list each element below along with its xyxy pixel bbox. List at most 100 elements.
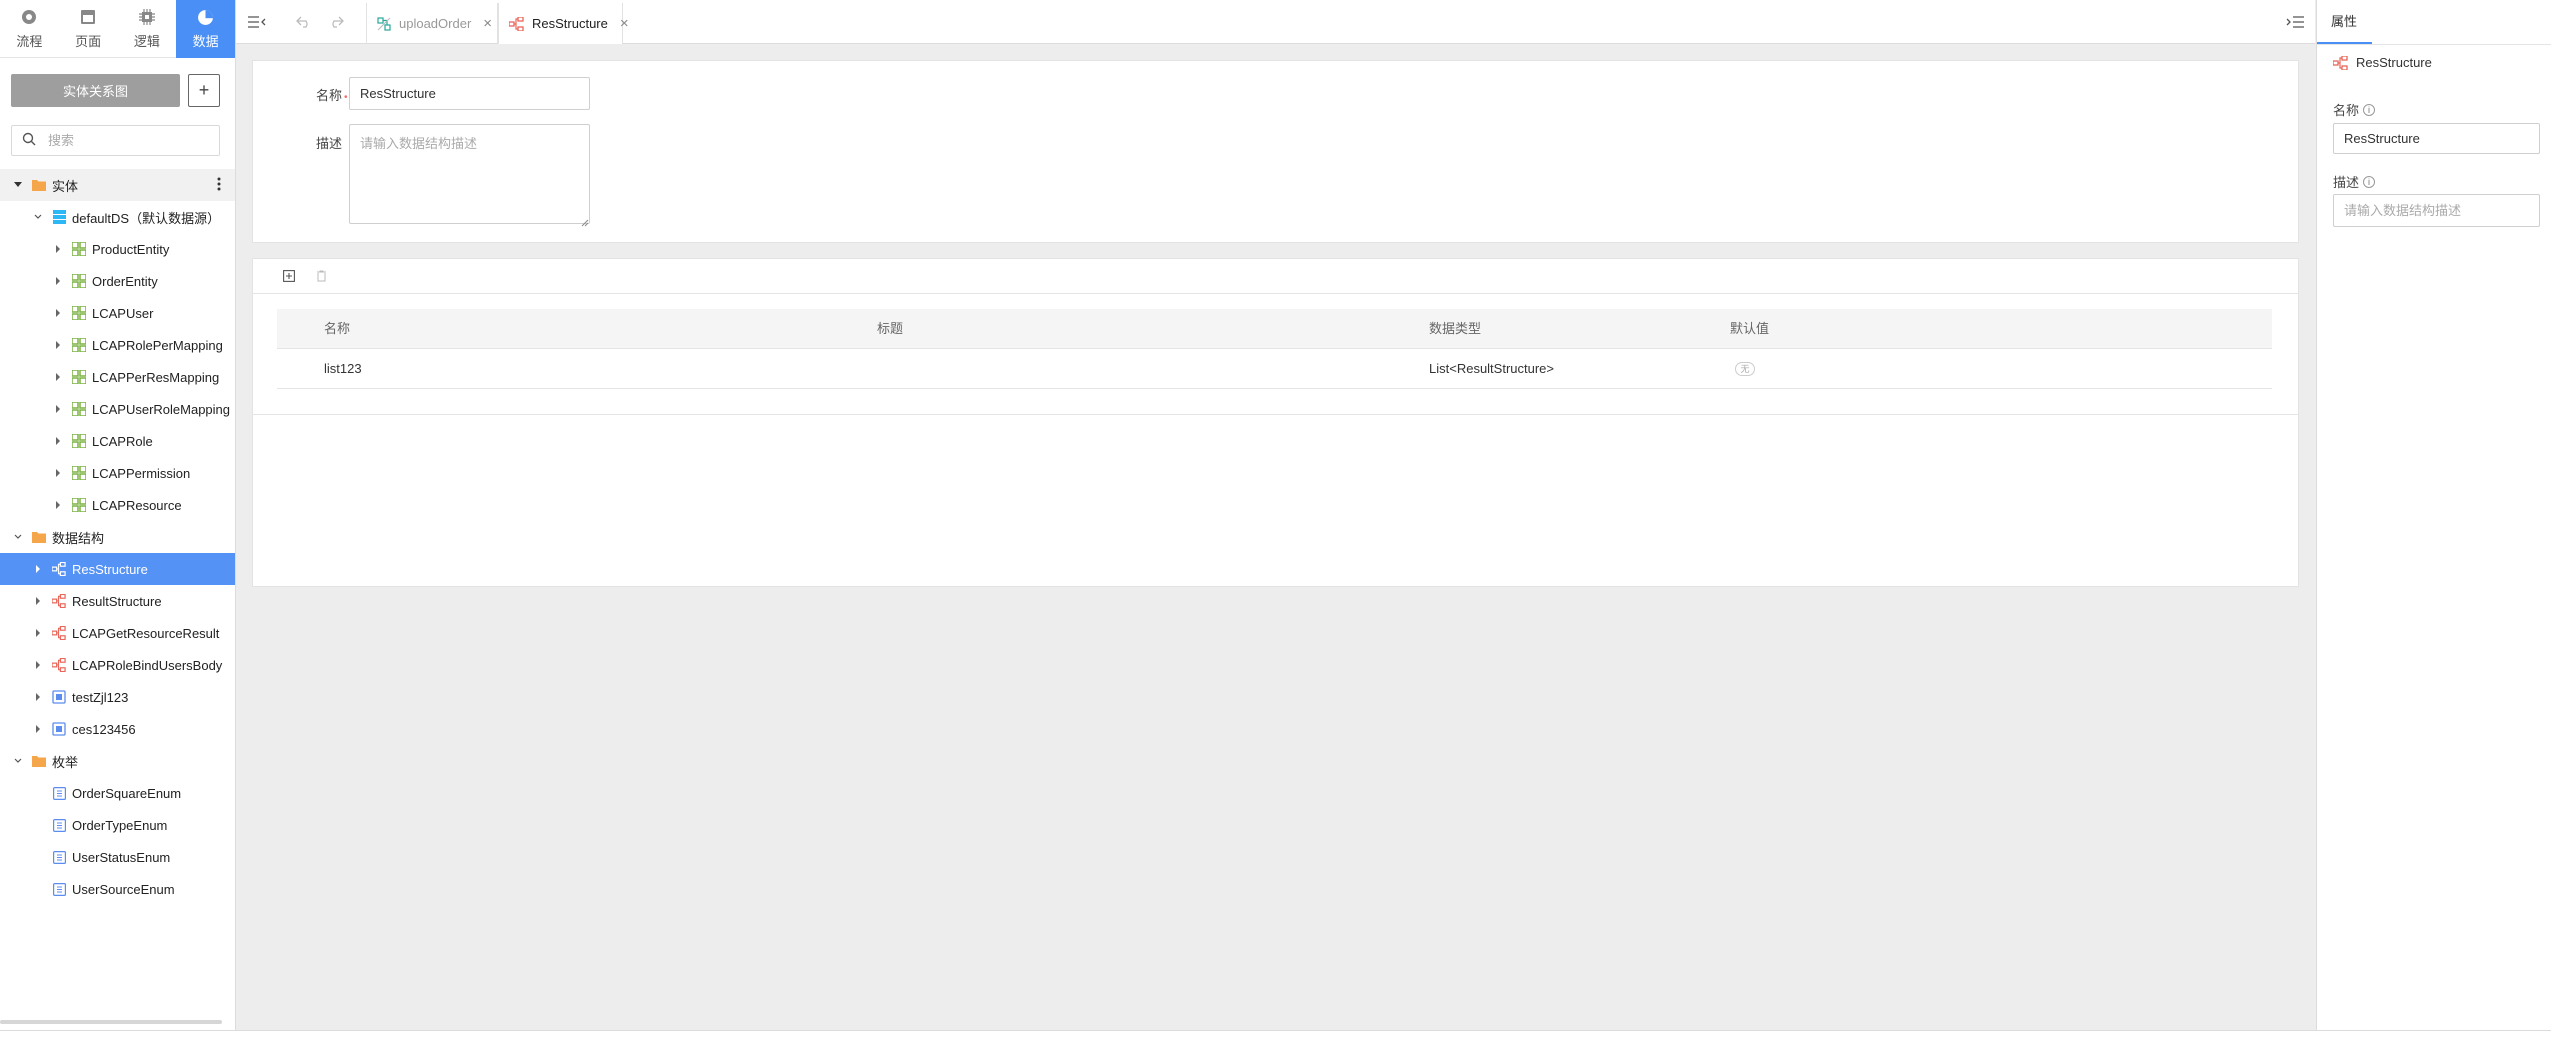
enum-label: OrderSquareEnum xyxy=(72,785,182,801)
tree-item-enum[interactable]: UserStatusEnum xyxy=(0,841,235,873)
tree-item-entity[interactable]: OrderEntity xyxy=(0,265,235,297)
chevron-right-icon[interactable] xyxy=(54,309,62,317)
close-icon[interactable]: × xyxy=(620,15,629,32)
required-mark: • xyxy=(344,92,348,103)
chevron-right-icon[interactable] xyxy=(34,725,42,733)
chevron-right-icon[interactable] xyxy=(54,373,62,381)
tab-properties[interactable]: 属性 xyxy=(2331,0,2357,44)
tree-item-entity[interactable]: LCAPPerResMapping xyxy=(0,361,235,393)
add-button[interactable]: + xyxy=(188,74,220,107)
chevron-right-icon[interactable] xyxy=(54,437,62,445)
tree-item-enum[interactable]: OrderSquareEnum xyxy=(0,777,235,809)
logic-icon xyxy=(138,8,156,26)
tree-group-structures[interactable]: 数据结构 xyxy=(0,521,235,553)
undo-icon[interactable] xyxy=(295,13,313,31)
collapse-sidebar-icon[interactable] xyxy=(248,13,266,31)
redo-icon[interactable] xyxy=(327,13,345,31)
chevron-right-icon[interactable] xyxy=(34,565,42,573)
toggle-props-panel-icon[interactable] xyxy=(2286,13,2304,31)
structure-icon xyxy=(2333,55,2348,70)
top-toolbar: uploadOrder × ResStructure × xyxy=(236,0,2315,44)
more-options-icon[interactable] xyxy=(217,177,221,194)
mode-logic[interactable]: 逻辑 xyxy=(118,0,177,58)
structure-info-card: 名称• 描述 xyxy=(252,60,2299,243)
enum-label: OrderTypeEnum xyxy=(72,817,168,833)
tree-item-enum[interactable]: OrderTypeEnum xyxy=(0,809,235,841)
entity-icon xyxy=(72,306,86,320)
tree-item-module[interactable]: testZjl123 xyxy=(0,681,235,713)
props-name-label: 名称 i xyxy=(2333,100,2376,119)
tree-item-entity[interactable]: LCAPRolePerMapping xyxy=(0,329,235,361)
structure-icon xyxy=(509,16,524,31)
tree-item-datasource[interactable]: defaultDS（默认数据源） xyxy=(0,201,235,233)
tree-item-structure[interactable]: LCAPRoleBindUsersBody xyxy=(0,649,235,681)
structure-icon xyxy=(52,626,66,640)
table-divider xyxy=(253,414,2298,415)
tree-item-entity[interactable]: LCAPRole xyxy=(0,425,235,457)
chevron-right-icon[interactable] xyxy=(54,277,62,285)
tree-item-module[interactable]: ces123456 xyxy=(0,713,235,745)
mode-process[interactable]: 流程 xyxy=(0,0,59,58)
tree-item-entity[interactable]: ProductEntity xyxy=(0,233,235,265)
tree-item-entity[interactable]: LCAPUserRoleMapping xyxy=(0,393,235,425)
structure-label: ResultStructure xyxy=(72,593,162,609)
tree-group-enums[interactable]: 枚举 xyxy=(0,745,235,777)
resize-handle-icon[interactable] xyxy=(581,215,589,227)
tree-item-entity[interactable]: LCAPPermission xyxy=(0,457,235,489)
tree-item-enum[interactable]: UserSourceEnum xyxy=(0,873,235,905)
props-desc-input[interactable] xyxy=(2333,194,2540,227)
chevron-right-icon[interactable] xyxy=(54,341,62,349)
tree-group-label: 实体 xyxy=(52,178,79,194)
chevron-right-icon[interactable] xyxy=(54,469,62,477)
tree-item-entity[interactable]: LCAPUser xyxy=(0,297,235,329)
chevron-down-icon[interactable] xyxy=(34,214,42,220)
tree-group-entities[interactable]: 实体 xyxy=(0,169,235,201)
tab-resstructure[interactable]: ResStructure × xyxy=(498,3,629,44)
cell-type[interactable]: List<ResultStructure> xyxy=(1429,349,1554,389)
chevron-right-icon[interactable] xyxy=(54,501,62,509)
props-desc-label: 描述 i xyxy=(2333,172,2376,191)
entity-icon xyxy=(72,274,86,288)
description-textarea[interactable] xyxy=(349,124,590,224)
chevron-down-icon[interactable] xyxy=(14,758,22,764)
chevron-right-icon[interactable] xyxy=(54,405,62,413)
name-input[interactable] xyxy=(349,77,590,110)
tree-item-structure[interactable]: LCAPGetResourceResult xyxy=(0,617,235,649)
chevron-right-icon[interactable] xyxy=(54,245,62,253)
tree-item-structure-selected[interactable]: ResStructure xyxy=(0,553,235,585)
props-title-text: ResStructure xyxy=(2356,55,2432,70)
entity-icon xyxy=(72,402,86,416)
entity-label: LCAPPermission xyxy=(92,465,191,481)
mode-data[interactable]: 数据 xyxy=(176,0,235,58)
chevron-right-icon[interactable] xyxy=(34,597,42,605)
enum-label: UserSourceEnum xyxy=(72,881,175,897)
mode-logic-label: 逻辑 xyxy=(133,34,160,49)
entity-icon xyxy=(72,498,86,512)
tab-uploadorder[interactable]: uploadOrder × xyxy=(366,3,498,44)
props-name-input[interactable] xyxy=(2333,123,2540,154)
info-icon[interactable]: i xyxy=(2363,103,2376,116)
tree-item-entity[interactable]: LCAPResource xyxy=(0,489,235,521)
data-pie-icon xyxy=(197,8,215,26)
cell-name[interactable]: list123 xyxy=(324,349,362,389)
search-box xyxy=(11,125,220,156)
info-icon[interactable]: i xyxy=(2363,175,2376,188)
tree-item-structure[interactable]: ResultStructure xyxy=(0,585,235,617)
delete-field-icon[interactable] xyxy=(316,270,327,285)
desc-field-label: 描述 xyxy=(316,136,343,151)
table-row[interactable]: list123 List<ResultStructure> 无 xyxy=(277,349,2272,389)
cell-default-badge[interactable]: 无 xyxy=(1735,362,1755,376)
structure-icon xyxy=(52,562,66,576)
chevron-right-icon[interactable] xyxy=(34,693,42,701)
close-icon[interactable]: × xyxy=(483,15,492,32)
chevron-down-icon[interactable] xyxy=(14,182,22,188)
search-input[interactable] xyxy=(48,133,198,148)
chevron-right-icon[interactable] xyxy=(34,629,42,637)
er-diagram-button[interactable]: 实体关系图 xyxy=(11,74,180,107)
add-field-icon[interactable] xyxy=(283,270,295,285)
sidebar-horizontal-scrollbar[interactable] xyxy=(0,1020,222,1024)
mode-page[interactable]: 页面 xyxy=(59,0,118,58)
chevron-down-icon[interactable] xyxy=(14,534,22,540)
bottom-status-bar xyxy=(0,1030,2551,1042)
chevron-right-icon[interactable] xyxy=(34,661,42,669)
